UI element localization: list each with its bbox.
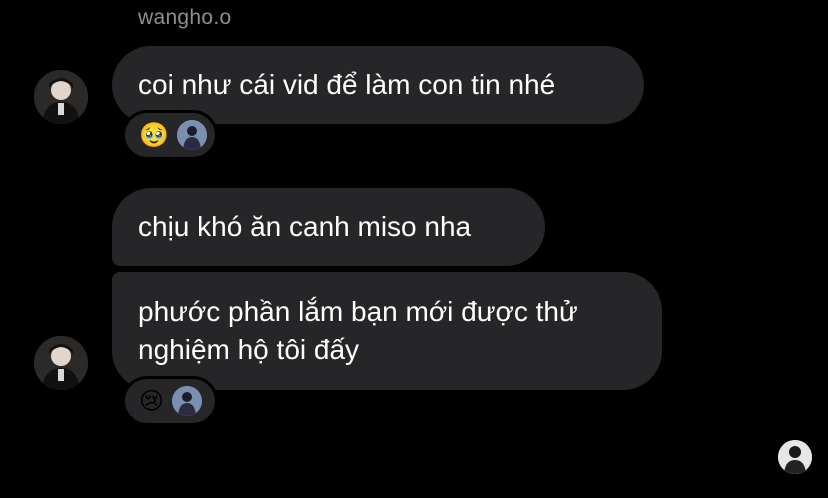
sender-avatar[interactable] [34,336,88,390]
message-text: chịu khó ăn canh miso nha [138,211,472,242]
reaction-bar[interactable]: 😢 [122,376,218,426]
message-bubble[interactable]: phước phần lắm bạn mới được thử nghiệm h… [112,272,662,390]
reaction-bar[interactable]: 🥹 [122,110,218,160]
reactor-avatar [176,120,207,150]
pleading-face-emoji: 🥹 [139,121,169,149]
message-text: phước phần lắm bạn mới được thử nghiệm h… [138,296,578,365]
sender-avatar[interactable] [34,70,88,124]
message-text: coi như cái vid để làm con tin nhé [138,69,556,100]
crying-face-emoji: 😢 [139,387,165,415]
sender-name: wangho.o [138,6,232,29]
message-bubble[interactable]: chịu khó ăn canh miso nha [112,188,545,266]
seen-avatar [778,440,812,474]
reactor-avatar [172,386,203,416]
